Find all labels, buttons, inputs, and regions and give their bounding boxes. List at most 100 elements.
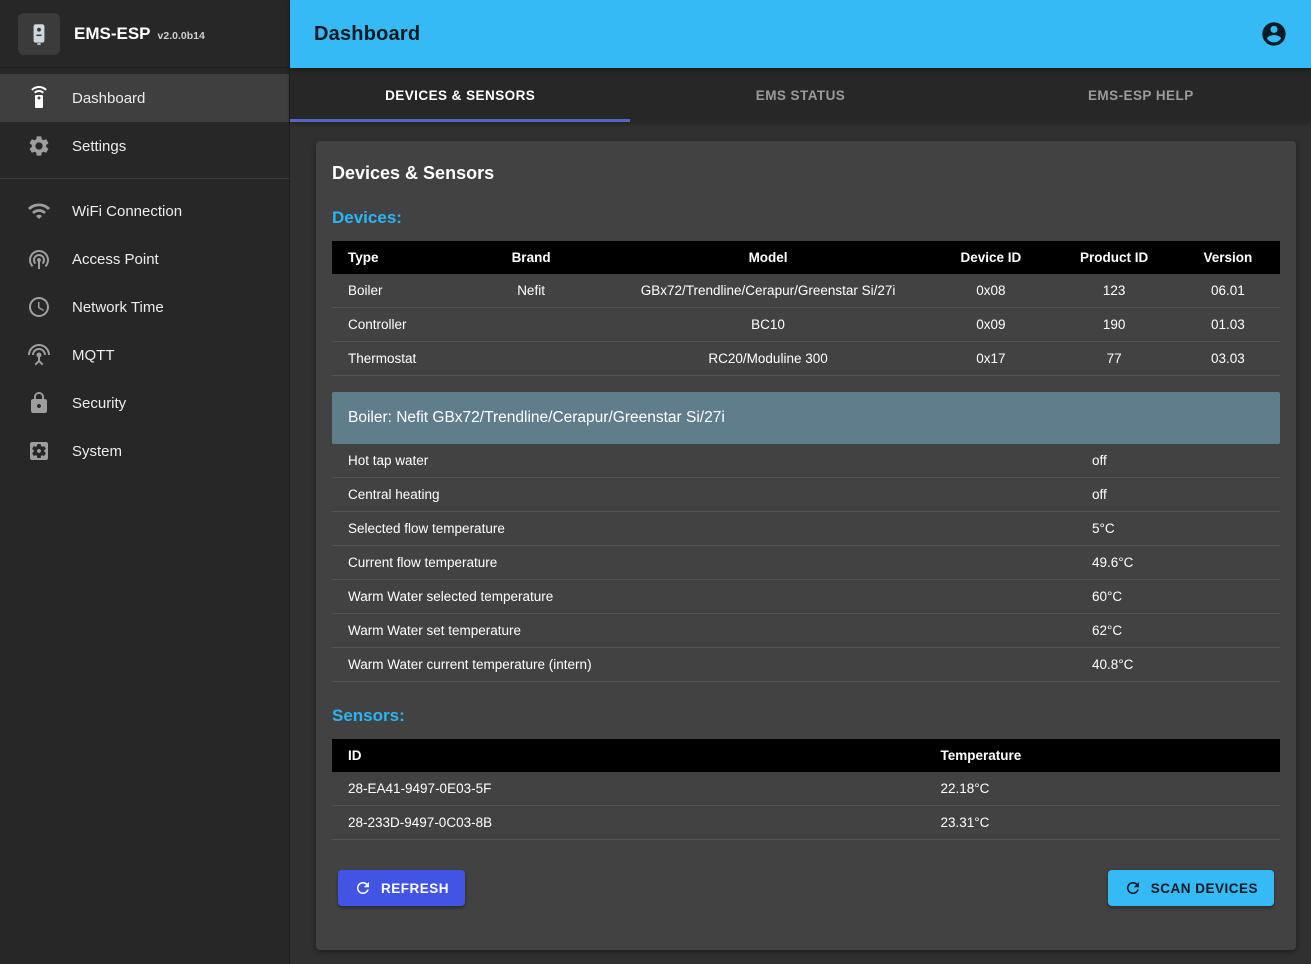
boiler-device-icon (26, 21, 52, 47)
page-background: Devices & Sensors Devices: Type Brand Mo… (290, 122, 1311, 964)
cell-device-id: 0x09 (929, 308, 1052, 342)
sidebar-item-mqtt[interactable]: MQTT (0, 331, 289, 379)
table-row: 28-EA41-9497-0E03-5F 22.18°C (332, 772, 1280, 806)
list-item: Warm Water current temperature (intern) … (332, 648, 1280, 682)
sidebar-divider (0, 178, 289, 179)
value-reading: off (1092, 487, 1264, 502)
refresh-button[interactable]: REFRESH (338, 870, 465, 906)
app-version: v2.0.0b14 (158, 30, 205, 42)
sensors-table: ID Temperature 28-EA41-9497-0E03-5F 22.1… (332, 739, 1280, 840)
app-name: EMS-ESP (74, 24, 151, 44)
table-row: 28-233D-9497-0C03-8B 23.31°C (332, 806, 1280, 840)
sidebar-item-access-point[interactable]: Access Point (0, 235, 289, 283)
cell-sensor-temperature: 22.18°C (925, 772, 1281, 806)
value-label: Hot tap water (348, 453, 1092, 468)
cell-model: GBx72/Trendline/Cerapur/Greenstar Si/27i (607, 274, 929, 308)
clock-icon (27, 295, 51, 319)
sidebar-item-dashboard[interactable]: Dashboard (0, 74, 289, 122)
refresh-icon (1124, 879, 1142, 897)
cell-product-id: 123 (1052, 274, 1175, 308)
refresh-button-label: REFRESH (381, 881, 449, 896)
cell-model: RC20/Moduline 300 (607, 342, 929, 376)
cell-version: 01.03 (1176, 308, 1280, 342)
sidebar-item-security[interactable]: Security (0, 379, 289, 427)
sidebar-item-label: Access Point (72, 251, 159, 268)
card-title: Devices & Sensors (332, 163, 1280, 184)
column-header: Version (1176, 241, 1280, 274)
tab-bar: DEVICES & SENSORS EMS STATUS EMS-ESP HEL… (290, 68, 1311, 122)
sidebar-item-network-time[interactable]: Network Time (0, 283, 289, 331)
content-card: Devices & Sensors Devices: Type Brand Mo… (316, 141, 1296, 950)
value-label: Selected flow temperature (348, 521, 1092, 536)
table-row: Boiler Nefit GBx72/Trendline/Cerapur/Gre… (332, 274, 1280, 308)
system-gear-icon (27, 439, 51, 463)
list-item: Warm Water selected temperature 60°C (332, 580, 1280, 614)
scan-devices-button[interactable]: SCAN DEVICES (1108, 870, 1274, 906)
column-header: Product ID (1052, 241, 1175, 274)
list-item: Central heating off (332, 478, 1280, 512)
refresh-icon (354, 879, 372, 897)
sidebar-item-system[interactable]: System (0, 427, 289, 475)
account-button[interactable] (1259, 19, 1289, 49)
value-label: Warm Water set temperature (348, 623, 1092, 638)
sidebar: EMS-ESP v2.0.0b14 Dashboard Settings WiF… (0, 0, 290, 964)
sidebar-item-label: System (72, 443, 122, 460)
devices-heading: Devices: (332, 208, 1280, 228)
sidebar-item-label: MQTT (72, 347, 115, 364)
gear-icon (27, 134, 51, 158)
column-header: Type (332, 241, 455, 274)
cell-sensor-id: 28-233D-9497-0C03-8B (332, 806, 925, 840)
cell-version: 03.03 (1176, 342, 1280, 376)
list-item: Warm Water set temperature 62°C (332, 614, 1280, 648)
sidebar-header: EMS-ESP v2.0.0b14 (0, 0, 289, 68)
sidebar-item-wifi-connection[interactable]: WiFi Connection (0, 187, 289, 235)
cell-device-id: 0x08 (929, 274, 1052, 308)
column-header: Temperature (925, 739, 1281, 772)
app-root: EMS-ESP v2.0.0b14 Dashboard Settings WiF… (0, 0, 1311, 964)
wifi-icon (27, 199, 51, 223)
app-logo (18, 13, 60, 55)
access-point-icon (27, 247, 51, 271)
antenna-icon (27, 343, 51, 367)
sidebar-item-label: Settings (72, 138, 126, 155)
sensors-heading: Sensors: (332, 706, 1280, 726)
table-row: Controller BC10 0x09 190 01.03 (332, 308, 1280, 342)
cell-product-id: 77 (1052, 342, 1175, 376)
cell-type: Boiler (332, 274, 455, 308)
cell-device-id: 0x17 (929, 342, 1052, 376)
list-item: Current flow temperature 49.6°C (332, 546, 1280, 580)
sidebar-item-label: Security (72, 395, 126, 412)
cell-type: Controller (332, 308, 455, 342)
app-title: EMS-ESP v2.0.0b14 (74, 24, 205, 44)
account-circle-icon (1260, 20, 1288, 48)
value-reading: 60°C (1092, 589, 1264, 604)
column-header: Device ID (929, 241, 1052, 274)
value-label: Current flow temperature (348, 555, 1092, 570)
remote-icon (27, 86, 51, 110)
cell-brand: Nefit (455, 274, 607, 308)
boiler-values-list: Hot tap water off Central heating off Se… (332, 444, 1280, 682)
lock-icon (27, 391, 51, 415)
value-reading: 49.6°C (1092, 555, 1264, 570)
sidebar-item-settings[interactable]: Settings (0, 122, 289, 170)
sidebar-item-label: Network Time (72, 299, 164, 316)
appbar: Dashboard (290, 0, 1311, 68)
boiler-section-header: Boiler: Nefit GBx72/Trendline/Cerapur/Gr… (332, 392, 1280, 444)
value-reading: 5°C (1092, 521, 1264, 536)
main-area: Dashboard DEVICES & SENSORS EMS STATUS E… (290, 0, 1311, 964)
cell-brand (455, 342, 607, 376)
cell-version: 06.01 (1176, 274, 1280, 308)
value-reading: 40.8°C (1092, 657, 1264, 672)
devices-table-header-row: Type Brand Model Device ID Product ID Ve… (332, 241, 1280, 274)
sidebar-item-label: Dashboard (72, 90, 145, 107)
list-item: Selected flow temperature 5°C (332, 512, 1280, 546)
tab-ems-status[interactable]: EMS STATUS (630, 68, 970, 122)
tab-ems-esp-help[interactable]: EMS-ESP HELP (971, 68, 1311, 122)
value-reading: off (1092, 453, 1264, 468)
cell-brand (455, 308, 607, 342)
sidebar-nav: Dashboard Settings WiFi Connection Acces… (0, 68, 289, 475)
sidebar-item-label: WiFi Connection (72, 203, 182, 220)
column-header: Brand (455, 241, 607, 274)
tab-devices-sensors[interactable]: DEVICES & SENSORS (290, 68, 630, 122)
sensors-table-header-row: ID Temperature (332, 739, 1280, 772)
